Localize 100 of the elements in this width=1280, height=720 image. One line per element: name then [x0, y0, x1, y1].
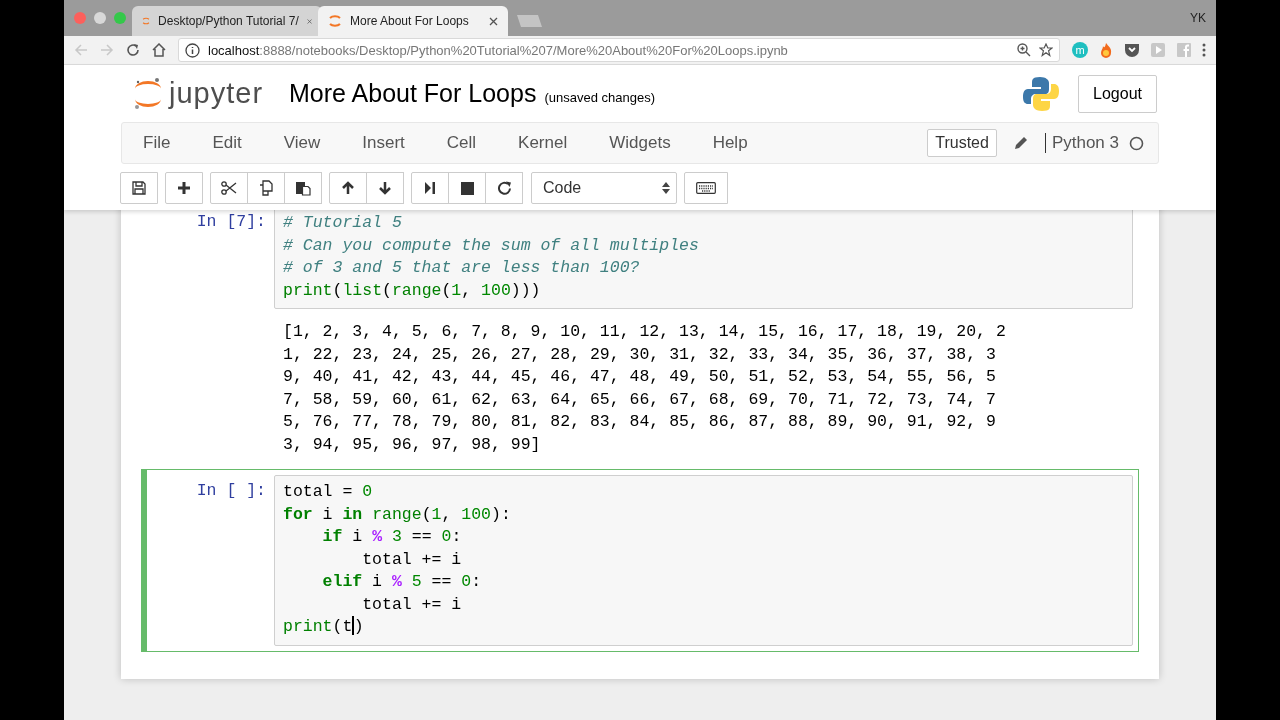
input-prompt: In [ ]: [195, 480, 267, 502]
copy-icon [258, 180, 274, 196]
output-line: 9, 40, 41, 42, 43, 44, 45, 46, 47, 48, 49, 50, 51, 52, 53, 54, 55, 56, 5 [283, 366, 997, 388]
close-icon[interactable] [489, 16, 498, 26]
code-token: in [342, 504, 363, 524]
code-token: ) [353, 617, 364, 636]
menu-icon[interactable] [1202, 43, 1206, 57]
code-token: (t [332, 617, 353, 636]
code-token: total = [283, 482, 354, 501]
paste-icon [295, 180, 311, 196]
code-token: print [283, 617, 333, 636]
code-token: # Can you compute the sum of all multiples [283, 235, 699, 255]
home-icon[interactable] [152, 43, 166, 57]
jupyter-wordmark[interactable]: jupyter [169, 77, 264, 110]
code-token: # of 3 and 5 that are less than 100? [283, 258, 640, 277]
copy-button[interactable] [247, 172, 285, 204]
kernel-name: Python 3 [1044, 133, 1119, 153]
reload-icon[interactable] [126, 43, 140, 57]
code-token: == [430, 572, 453, 591]
menu-item[interactable]: Cell [425, 133, 498, 153]
code-token: 0 [362, 482, 373, 501]
kernel-status-icon [1129, 135, 1144, 151]
cell-type-dropdown[interactable]: Code [531, 172, 677, 204]
step-forward-icon [424, 181, 436, 195]
code-token: 0 [441, 527, 452, 546]
code-token: ( [382, 280, 392, 300]
code-token: # Tutorial 5 [283, 213, 402, 232]
code-token: , [441, 504, 453, 524]
browser-tab[interactable]: Desktop/Python Tutorial 7/ [132, 6, 322, 36]
arrow-down-icon [378, 181, 392, 195]
profile-name[interactable]: YK [1190, 11, 1216, 25]
save-button[interactable] [120, 172, 158, 204]
flame-icon[interactable] [1098, 42, 1114, 58]
text-cursor [352, 616, 354, 635]
browser-tab[interactable]: More About For Loops [318, 6, 508, 36]
code-editor[interactable]: # Tutorial 5 # Can you compute the sum of all multiples # of 3 and 5 that are less than 100? print(list(range(1, 100))) [274, 210, 1133, 309]
code-token: print [283, 280, 333, 300]
code-token: 100 [481, 280, 511, 300]
output-line: 1, 22, 23, 24, 25, 26, 27, 28, 29, 30, 31, 32, 33, 34, 35, 36, 37, 38, 3 [283, 343, 997, 366]
run-button[interactable] [411, 172, 449, 204]
restart-icon [496, 180, 512, 196]
info-icon [185, 42, 200, 58]
code-token: 1 [451, 280, 462, 300]
logout-button[interactable]: Logout [1078, 74, 1157, 113]
menu-item[interactable]: Widgets [588, 133, 692, 153]
code-token: , [461, 280, 473, 300]
menu-item[interactable]: View [262, 133, 342, 153]
code-token: for [283, 504, 313, 524]
code-token: == [410, 527, 433, 546]
menu-item[interactable]: File [122, 133, 192, 153]
cut-button[interactable] [210, 172, 248, 204]
move-down-button[interactable] [366, 172, 404, 204]
code-token: 3 [390, 527, 402, 546]
move-up-button[interactable] [329, 172, 367, 204]
code-token: i [321, 504, 334, 524]
code-token: 0 [461, 572, 472, 591]
menu-item[interactable]: Help [691, 133, 769, 153]
menu-item[interactable]: Edit [191, 133, 263, 153]
jupyter-logo-icon[interactable] [133, 75, 163, 112]
star-icon[interactable] [1039, 43, 1053, 57]
code-token: : [471, 572, 482, 591]
plus-icon [177, 181, 191, 195]
save-status: (unsaved changes) [544, 90, 655, 105]
python-logo-icon [1022, 74, 1061, 113]
code-token: total += i [361, 594, 462, 614]
trusted-button[interactable]: Trusted [927, 129, 997, 157]
pocket-icon[interactable] [1124, 42, 1140, 58]
caret-icon [662, 181, 670, 195]
code-token: i [351, 527, 364, 546]
keyboard-icon [696, 182, 716, 194]
code-token: if [321, 527, 343, 546]
keyboard-button[interactable] [684, 172, 728, 204]
add-cell-button[interactable] [165, 172, 203, 204]
close-icon[interactable] [306, 16, 312, 26]
output-line: 3, 94, 95, 96, 97, 98, 99] [283, 433, 542, 456]
menu-item[interactable]: Insert [341, 133, 426, 153]
address-bar[interactable]: localhost:8888/notebooks/Desktop/Python%20Tutorial%207/More%20About%20For%20Loops.ipynb [178, 38, 1060, 62]
code-token: 5 [410, 572, 422, 591]
pencil-icon[interactable] [1012, 135, 1029, 151]
jupyter-icon [328, 14, 342, 28]
code-token: total += i [361, 549, 462, 569]
code-token: % [391, 572, 402, 591]
stop-button[interactable] [448, 172, 486, 204]
code-token: ( [421, 504, 432, 524]
input-prompt: In [7]: [195, 211, 267, 233]
notebook-title[interactable]: More About For Loops [289, 79, 537, 108]
output-line: [1, 2, 3, 4, 5, 6, 7, 8, 9, 10, 11, 12, 13, 14, 15, 16, 17, 18, 19, 20, 2 [283, 321, 1006, 343]
code-editor[interactable]: total = 0 for i in range(1, 100): if i % 3 == 0: total += i elif i % 5 == 0: total += i print(t) [274, 475, 1133, 646]
code-token: : [451, 527, 462, 546]
stop-icon [460, 181, 474, 195]
code-token: elif [321, 572, 363, 591]
zoom-icon[interactable] [1017, 43, 1031, 57]
restart-button[interactable] [485, 172, 523, 204]
code-token: 1 [431, 504, 442, 524]
code-token: i [371, 572, 384, 591]
code-cell[interactable]: In [ ]: total = 0 for i in range(1, 100): if i % 3 == 0: total += i elif i % 5 == 0: total += i print(t) [141, 469, 1139, 652]
code-token: range [391, 280, 442, 300]
output-line: 7, 58, 59, 60, 61, 62, 63, 64, 65, 66, 67, 68, 69, 70, 71, 72, 73, 74, 7 [283, 388, 997, 411]
paste-button[interactable] [284, 172, 322, 204]
menu-item[interactable]: Kernel [497, 133, 589, 153]
